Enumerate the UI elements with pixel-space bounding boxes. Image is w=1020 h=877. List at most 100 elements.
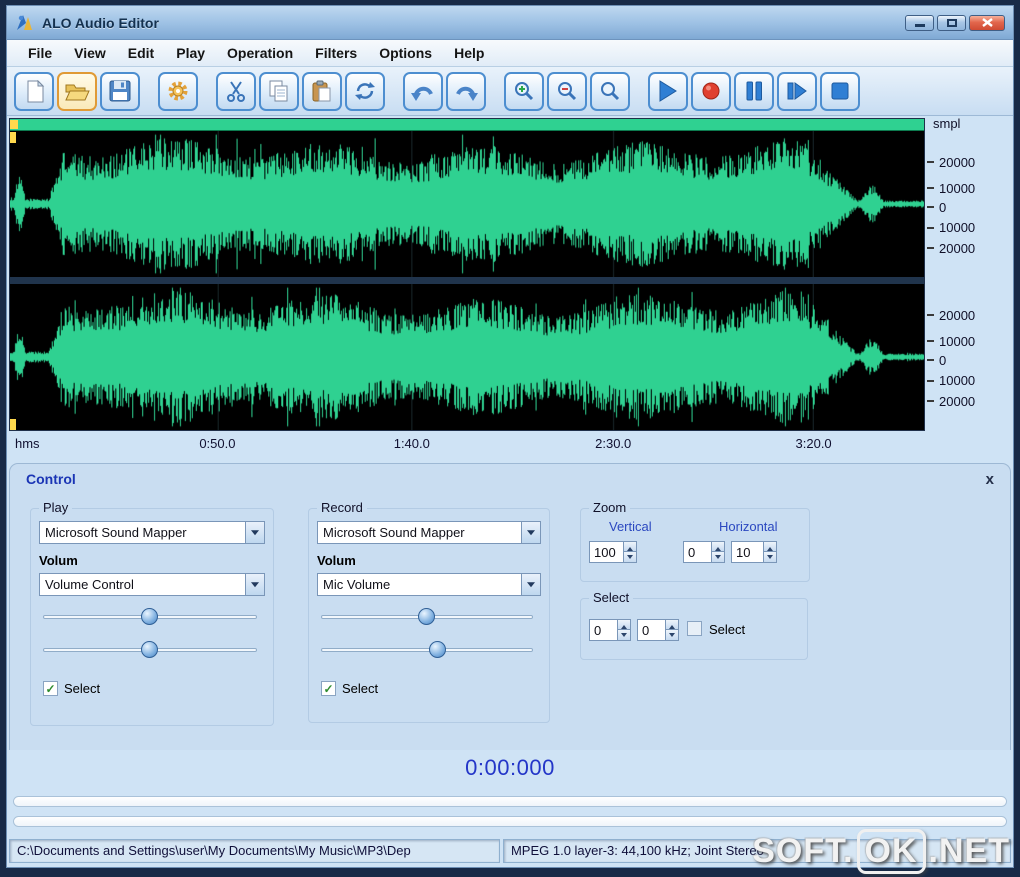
settings-button[interactable] bbox=[158, 71, 198, 111]
pause-button[interactable] bbox=[734, 71, 774, 111]
watermark: SOFT. OK .NET bbox=[752, 829, 1010, 874]
menu-options[interactable]: Options bbox=[368, 42, 443, 64]
watermark-prefix: SOFT. bbox=[752, 832, 854, 870]
seek-bar-1[interactable] bbox=[13, 795, 1007, 807]
cut-button[interactable] bbox=[216, 71, 256, 111]
record-volume-select[interactable]: Mic Volume bbox=[317, 573, 541, 596]
toolbar bbox=[7, 67, 1013, 116]
play-select-checkbox[interactable]: ✓ bbox=[43, 681, 58, 696]
zoom-button[interactable] bbox=[590, 71, 630, 111]
refresh-button[interactable] bbox=[345, 71, 385, 111]
chevron-down-icon[interactable] bbox=[245, 574, 264, 595]
play-device-select[interactable]: Microsoft Sound Mapper bbox=[39, 521, 265, 544]
fast-forward-button[interactable] bbox=[777, 71, 817, 111]
record-select-checkbox[interactable]: ✓ bbox=[321, 681, 336, 696]
control-panel-close-button[interactable]: x bbox=[986, 471, 994, 488]
menu-file[interactable]: File bbox=[17, 42, 63, 64]
time-label: 3:20.0 bbox=[795, 436, 832, 451]
zoom-out-icon bbox=[558, 82, 577, 101]
save-button[interactable] bbox=[100, 71, 140, 111]
minimize-button[interactable] bbox=[905, 14, 934, 31]
seek-bar-2[interactable] bbox=[13, 815, 1007, 827]
app-icon bbox=[17, 14, 32, 30]
zoom-horizontal-spinner-left[interactable]: 0 bbox=[683, 541, 725, 563]
select-end-spinner[interactable]: 0 bbox=[637, 619, 679, 641]
waveform-channel-2[interactable] bbox=[10, 284, 924, 430]
time-display: 0:00:000 bbox=[465, 755, 555, 780]
play-group-label: Play bbox=[39, 500, 73, 515]
maximize-button[interactable] bbox=[937, 14, 966, 31]
menu-view[interactable]: View bbox=[63, 42, 117, 64]
select-checkbox[interactable] bbox=[687, 621, 702, 636]
waveform-overview-bar[interactable] bbox=[10, 119, 924, 131]
play-button[interactable] bbox=[648, 71, 688, 111]
zoom-in-icon bbox=[515, 82, 534, 101]
record-device-select[interactable]: Microsoft Sound Mapper bbox=[317, 521, 541, 544]
spinner-up-icon[interactable] bbox=[666, 620, 678, 630]
spinner-up-icon[interactable] bbox=[764, 542, 776, 552]
time-label: 0:50.0 bbox=[199, 436, 236, 451]
copy-icon bbox=[269, 80, 288, 101]
ruler-tick: 20000 bbox=[927, 308, 975, 323]
window-frame: ALO Audio Editor File View Edit Play Ope… bbox=[0, 0, 1020, 877]
copy-button[interactable] bbox=[259, 71, 299, 111]
ruler-tick: 20000 bbox=[927, 155, 975, 170]
control-panel-header: Control x bbox=[10, 464, 1010, 494]
select-group-label: Select bbox=[589, 590, 634, 605]
spinner-down-icon[interactable] bbox=[666, 630, 678, 640]
time-label: 1:40.0 bbox=[393, 436, 430, 451]
zoom-vertical-spinner[interactable]: 100 bbox=[589, 541, 637, 563]
select-start-spinner[interactable]: 0 bbox=[589, 619, 631, 641]
zoom-in-button[interactable] bbox=[504, 71, 544, 111]
menu-filters[interactable]: Filters bbox=[304, 42, 368, 64]
menu-help[interactable]: Help bbox=[443, 42, 495, 64]
open-button[interactable] bbox=[57, 71, 97, 111]
overview-position-marker[interactable] bbox=[10, 120, 18, 129]
chevron-down-icon[interactable] bbox=[521, 522, 540, 543]
spinner-down-icon[interactable] bbox=[712, 552, 724, 562]
waveform-panel[interactable] bbox=[9, 118, 925, 431]
title-bar: ALO Audio Editor bbox=[7, 6, 1013, 40]
slider-thumb[interactable] bbox=[418, 608, 435, 625]
slider-thumb[interactable] bbox=[428, 641, 446, 658]
record-button[interactable] bbox=[691, 71, 731, 111]
menu-play[interactable]: Play bbox=[165, 42, 216, 64]
slider-thumb[interactable] bbox=[141, 641, 158, 658]
menu-edit[interactable]: Edit bbox=[117, 42, 165, 64]
close-icon bbox=[981, 18, 993, 27]
play-volume-slider-right[interactable] bbox=[43, 640, 257, 660]
amplitude-ruler: smpl 20000 10000 0 10000 20000 20000 100… bbox=[925, 117, 1011, 431]
stop-button[interactable] bbox=[820, 71, 860, 111]
ruler-tick: 10000 bbox=[927, 334, 975, 349]
close-button[interactable] bbox=[969, 14, 1005, 31]
new-button[interactable] bbox=[14, 71, 54, 111]
play-volume-slider-left[interactable] bbox=[43, 607, 257, 627]
waveform-channel-1[interactable] bbox=[10, 131, 924, 277]
ruler-tick: 20000 bbox=[927, 394, 975, 409]
spinner-up-icon[interactable] bbox=[712, 542, 724, 552]
spinner-down-icon[interactable] bbox=[618, 630, 630, 640]
open-folder-icon bbox=[65, 84, 90, 100]
chevron-down-icon[interactable] bbox=[245, 522, 264, 543]
play-volume-select[interactable]: Volume Control bbox=[39, 573, 265, 596]
spinner-down-icon[interactable] bbox=[764, 552, 776, 562]
ruler-tick: 20000 bbox=[927, 241, 975, 256]
fast-forward-icon bbox=[787, 82, 807, 100]
slider-thumb[interactable] bbox=[141, 608, 158, 625]
record-select-label: Select bbox=[342, 681, 379, 696]
chevron-down-icon[interactable] bbox=[521, 574, 540, 595]
spinner-up-icon[interactable] bbox=[618, 620, 630, 630]
record-volume-slider-left[interactable] bbox=[321, 607, 533, 627]
zoom-out-button[interactable] bbox=[547, 71, 587, 111]
cursor-marker-bottom bbox=[10, 419, 16, 430]
magnifier-icon bbox=[601, 82, 620, 101]
menu-bar: File View Edit Play Operation Filters Op… bbox=[7, 40, 1013, 67]
zoom-horizontal-spinner-right[interactable]: 10 bbox=[731, 541, 777, 563]
paste-button[interactable] bbox=[302, 71, 342, 111]
menu-operation[interactable]: Operation bbox=[216, 42, 304, 64]
spinner-down-icon[interactable] bbox=[624, 552, 636, 562]
spinner-up-icon[interactable] bbox=[624, 542, 636, 552]
redo-button[interactable] bbox=[446, 71, 486, 111]
undo-button[interactable] bbox=[403, 71, 443, 111]
record-volume-slider-right[interactable] bbox=[321, 640, 533, 660]
